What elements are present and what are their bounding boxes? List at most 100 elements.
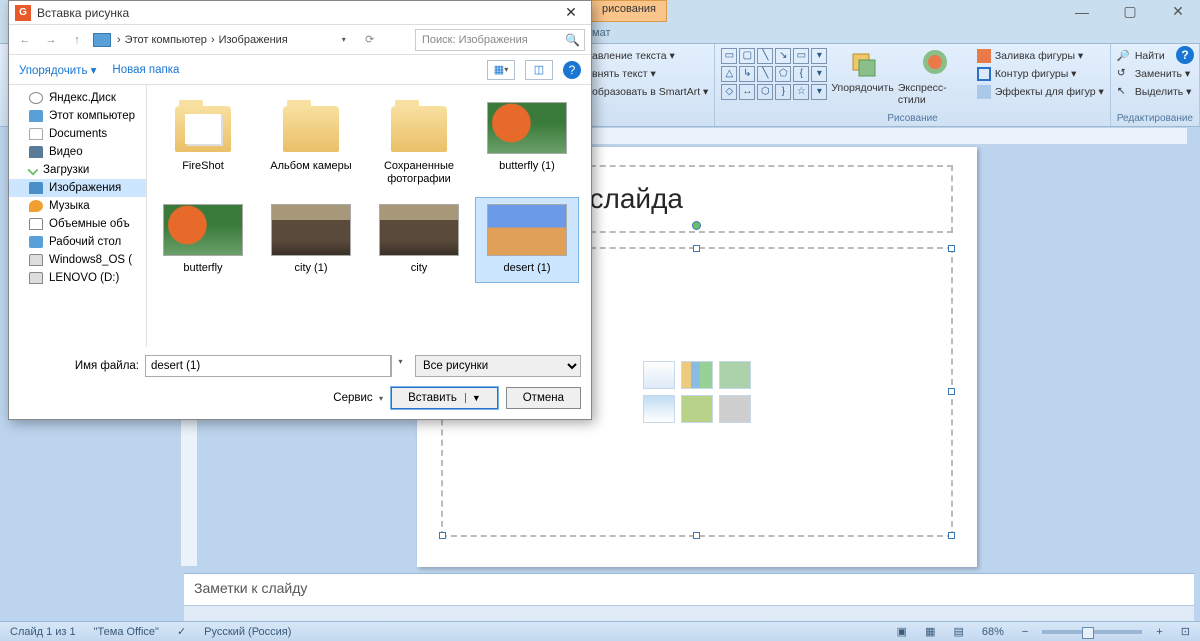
- align-text-button[interactable]: внять текст ▾: [592, 66, 708, 82]
- notes-pane[interactable]: Заметки к слайду: [184, 573, 1194, 605]
- insert-chart-icon[interactable]: [681, 361, 713, 389]
- quick-styles-button[interactable]: Экспресс-стили: [898, 48, 973, 112]
- horizontal-scrollbar[interactable]: [184, 605, 1194, 621]
- sidebar-item[interactable]: Объемные объ: [9, 215, 146, 233]
- file-item[interactable]: desert (1): [475, 197, 579, 282]
- status-bar: Слайд 1 из 1 "Тема Office" ✓ Русский (Ро…: [0, 621, 1200, 641]
- sidebar-item[interactable]: Изображения: [9, 179, 146, 197]
- close-app-button[interactable]: ✕: [1160, 2, 1196, 22]
- sidebar-item[interactable]: Windows8_OS (: [9, 251, 146, 269]
- zoom-in-button[interactable]: +: [1152, 626, 1166, 638]
- insert-media-icon[interactable]: [719, 395, 751, 423]
- sidebar-label: LENOVO (D:): [49, 272, 119, 284]
- fit-button[interactable]: ⊡: [1177, 625, 1194, 638]
- replace-button[interactable]: ↺Заменить ▾: [1117, 66, 1192, 82]
- shape-outline-button[interactable]: Контур фигуры ▾: [977, 66, 1104, 82]
- image-thumbnail: [271, 204, 351, 256]
- search-input[interactable]: Поиск: Изображения 🔍: [415, 29, 585, 51]
- zoom-level[interactable]: 68%: [978, 626, 1008, 638]
- sorter-view-button[interactable]: ▦: [921, 625, 939, 638]
- ribbon-tab-format[interactable]: мат: [592, 27, 610, 39]
- resize-handle[interactable]: [948, 532, 955, 539]
- group-label: [592, 111, 708, 126]
- filename-input[interactable]: [145, 355, 391, 377]
- shapes-gallery[interactable]: ▭▢╲↘▭▾ △↳╲⬠{▾ ◇↔⬡}☆▾: [721, 48, 827, 112]
- sidebar-item[interactable]: Этот компьютер: [9, 107, 146, 125]
- file-item[interactable]: city: [367, 197, 471, 282]
- insert-table-icon[interactable]: [643, 361, 675, 389]
- folder-icon: [29, 110, 43, 122]
- file-filter-dropdown[interactable]: Все рисунки: [415, 355, 581, 377]
- breadcrumb-pc[interactable]: Этот компьютер: [125, 34, 207, 46]
- organize-button[interactable]: Упорядочить ▾: [19, 63, 96, 77]
- dialog-footer: Имя файла: ▾ Все рисунки Сервис ▾ Встави…: [9, 347, 591, 419]
- filename-dropdown[interactable]: ▾: [391, 355, 409, 377]
- file-label: city: [411, 262, 428, 275]
- zoom-slider[interactable]: [1042, 630, 1142, 634]
- forward-button[interactable]: →: [41, 30, 61, 50]
- file-item[interactable]: butterfly: [151, 197, 255, 282]
- sidebar-label: Яндекс.Диск: [49, 92, 116, 104]
- arrange-button[interactable]: Упорядочить: [831, 48, 893, 112]
- spellcheck-icon[interactable]: ✓: [173, 625, 190, 638]
- resize-handle[interactable]: [948, 245, 955, 252]
- shape-effects-button[interactable]: Эффекты для фигур ▾: [977, 84, 1104, 100]
- dialog-nav: ← → ↑ › Этот компьютер › Изображения ▾ ⟳…: [9, 25, 591, 55]
- dialog-close-button[interactable]: ✕: [557, 4, 585, 21]
- file-item[interactable]: butterfly (1): [475, 95, 579, 193]
- theme-name: "Тема Office": [90, 626, 163, 638]
- normal-view-button[interactable]: ▣: [893, 625, 911, 638]
- sidebar-item[interactable]: Загрузки: [9, 161, 146, 179]
- tools-button[interactable]: Сервис ▾: [333, 392, 383, 404]
- resize-handle[interactable]: [693, 245, 700, 252]
- sidebar-item[interactable]: Рабочий стол: [9, 233, 146, 251]
- help-icon[interactable]: ?: [1176, 46, 1194, 64]
- breadcrumb-images[interactable]: Изображения: [219, 34, 288, 46]
- view-mode-button[interactable]: ▦ ▾: [487, 60, 515, 80]
- minimize-button[interactable]: —: [1064, 2, 1100, 22]
- file-item[interactable]: Альбом камеры: [259, 95, 363, 193]
- insert-button[interactable]: Вставить▼: [391, 387, 498, 409]
- resize-handle[interactable]: [693, 532, 700, 539]
- sidebar-label: Загрузки: [43, 164, 89, 176]
- text-direction-button[interactable]: авление текста ▾: [592, 48, 708, 64]
- select-button[interactable]: ↖Выделить ▾: [1117, 84, 1192, 100]
- breadcrumb-dropdown[interactable]: ▾: [334, 30, 354, 50]
- sidebar-item[interactable]: LENOVO (D:): [9, 269, 146, 287]
- sidebar-item[interactable]: Documents: [9, 125, 146, 143]
- file-label: desert (1): [503, 262, 550, 275]
- insert-picture-icon[interactable]: [643, 395, 675, 423]
- binoculars-icon: 🔎: [1117, 49, 1131, 63]
- cancel-button[interactable]: Отмена: [506, 387, 581, 409]
- folder-icon: [29, 128, 43, 140]
- preview-pane-button[interactable]: ◫: [525, 60, 553, 80]
- insert-clipart-icon[interactable]: [681, 395, 713, 423]
- refresh-button[interactable]: ⟳: [360, 30, 380, 50]
- dialog-titlebar[interactable]: G Вставка рисунка ✕: [9, 1, 591, 25]
- resize-handle[interactable]: [948, 388, 955, 395]
- new-folder-button[interactable]: Новая папка: [112, 64, 179, 76]
- zoom-out-button[interactable]: −: [1018, 626, 1032, 638]
- file-item[interactable]: Сохраненные фотографии: [367, 95, 471, 193]
- up-button[interactable]: ↑: [67, 30, 87, 50]
- folder-icon: [29, 146, 43, 158]
- sidebar-item[interactable]: Видео: [9, 143, 146, 161]
- convert-smartart-button[interactable]: образовать в SmartArt ▾: [592, 84, 708, 100]
- shape-fill-button[interactable]: Заливка фигуры ▾: [977, 48, 1104, 64]
- file-item[interactable]: city (1): [259, 197, 363, 282]
- sidebar-item[interactable]: Музыка: [9, 197, 146, 215]
- insert-smartart-icon[interactable]: [719, 361, 751, 389]
- back-button[interactable]: ←: [15, 30, 35, 50]
- resize-handle[interactable]: [439, 532, 446, 539]
- pc-icon: [93, 33, 111, 47]
- language[interactable]: Русский (Россия): [200, 626, 295, 638]
- content-icons: [643, 361, 751, 423]
- slideshow-button[interactable]: ▤: [949, 625, 967, 638]
- folder-icon: [175, 106, 231, 152]
- sidebar-item[interactable]: Яндекс.Диск: [9, 89, 146, 107]
- dialog-help-button[interactable]: ?: [563, 61, 581, 79]
- maximize-button[interactable]: ▢: [1112, 2, 1148, 22]
- folder-icon: [29, 92, 43, 104]
- file-item[interactable]: FireShot: [151, 95, 255, 193]
- dialog-toolbar: Упорядочить ▾ Новая папка ▦ ▾ ◫ ?: [9, 55, 591, 85]
